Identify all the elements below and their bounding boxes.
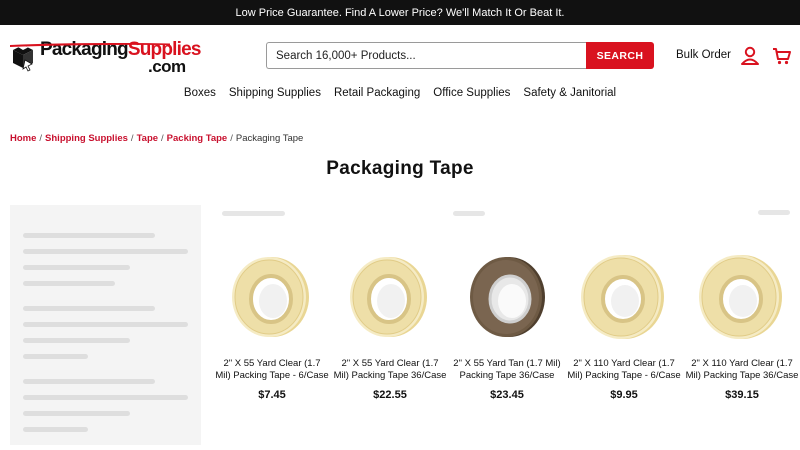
logo-suffix: .com [148,57,186,76]
skeleton-line [23,411,130,416]
skeleton-line [23,354,88,359]
product-price: $7.45 [258,389,286,401]
breadcrumb-separator: / [130,133,134,144]
product-image[interactable] [325,235,455,355]
site-header: PackagingSupplies .com SEARCH Bulk Order [0,25,800,87]
logo-swoosh [10,43,170,47]
breadcrumb: Home / Shipping Supplies / Tape / Packing Tape… [10,133,303,144]
bulk-order-link[interactable]: Bulk Order [676,49,731,61]
breadcrumb-link-tape[interactable]: Tape [137,133,158,144]
tan-tape-roll-icon [470,257,545,337]
skeleton-line [23,322,188,327]
product-card[interactable]: 2" X 55 Yard Tan (1.7 Mil) Packing Tape … [442,235,572,401]
skeleton-line [23,249,188,254]
skeleton-line [23,338,130,343]
main-nav: Boxes Shipping Supplies Retail Packaging… [0,87,800,107]
skeleton-line [23,233,155,238]
nav-item-boxes[interactable]: Boxes [184,87,216,107]
skeleton-line [23,281,115,286]
search-bar: SEARCH [266,42,654,69]
product-name[interactable]: 2" X 55 Yard Tan (1.7 Mil) Packing Tape … [442,355,572,381]
nav-item-safety-janitorial[interactable]: Safety & Janitorial [523,87,616,107]
nav-item-shipping-supplies[interactable]: Shipping Supplies [229,87,321,107]
skeleton-line [23,306,155,311]
product-image[interactable] [207,235,337,355]
skeleton-line [23,265,130,270]
user-icon[interactable] [740,46,760,66]
search-button[interactable]: SEARCH [586,42,654,69]
skeleton-line [23,395,188,400]
breadcrumb-current: Packaging Tape [235,133,304,144]
product-price: $39.15 [725,389,759,401]
product-card[interactable]: 2" X 55 Yard Clear (1.7 Mil) Packing Tap… [325,235,455,401]
product-image[interactable] [559,235,689,355]
filter-sidebar-placeholder [10,205,201,445]
search-input[interactable] [266,42,586,69]
product-image[interactable] [677,235,800,355]
breadcrumb-link-packing-tape[interactable]: Packing Tape [167,133,228,144]
cart-icon[interactable] [772,46,792,66]
product-image[interactable] [442,235,572,355]
promo-banner: Low Price Guarantee. Find A Lower Price?… [0,0,800,25]
breadcrumb-link-home[interactable]: Home [10,133,36,144]
product-price: $9.95 [610,389,638,401]
skeleton-line [23,427,88,432]
skeleton-line [23,379,155,384]
skeleton-badge [222,211,285,216]
product-price: $23.45 [490,389,524,401]
clear-tape-roll-icon [350,257,427,337]
product-card[interactable]: 2" X 110 Yard Clear (1.7 Mil) Packing Ta… [677,235,800,401]
product-price: $22.55 [373,389,407,401]
nav-item-office-supplies[interactable]: Office Supplies [433,87,510,107]
product-name[interactable]: 2" X 110 Yard Clear (1.7 Mil) Packing Ta… [559,355,689,381]
site-logo[interactable]: PackagingSupplies .com [10,40,205,76]
product-card[interactable]: 2" X 55 Yard Clear (1.7 Mil) Packing Tap… [207,235,337,401]
breadcrumb-separator: / [39,133,43,144]
product-name[interactable]: 2" X 55 Yard Clear (1.7 Mil) Packing Tap… [325,355,455,381]
breadcrumb-separator: / [161,133,164,144]
breadcrumb-separator: / [230,133,233,144]
clear-tape-roll-icon [232,257,309,337]
skeleton-badge [453,211,485,216]
skeleton-badge [758,210,790,215]
product-name[interactable]: 2" X 110 Yard Clear (1.7 Mil) Packing Ta… [677,355,800,381]
product-card[interactable]: 2" X 110 Yard Clear (1.7 Mil) Packing Ta… [559,235,689,401]
nav-item-retail-packaging[interactable]: Retail Packaging [334,87,420,107]
clear-tape-roll-icon [581,255,664,339]
breadcrumb-link-shipping-supplies[interactable]: Shipping Supplies [45,133,128,144]
clear-tape-roll-icon [699,255,782,339]
product-name[interactable]: 2" X 55 Yard Clear (1.7 Mil) Packing Tap… [207,355,337,381]
page-title: Packaging Tape [326,158,474,179]
